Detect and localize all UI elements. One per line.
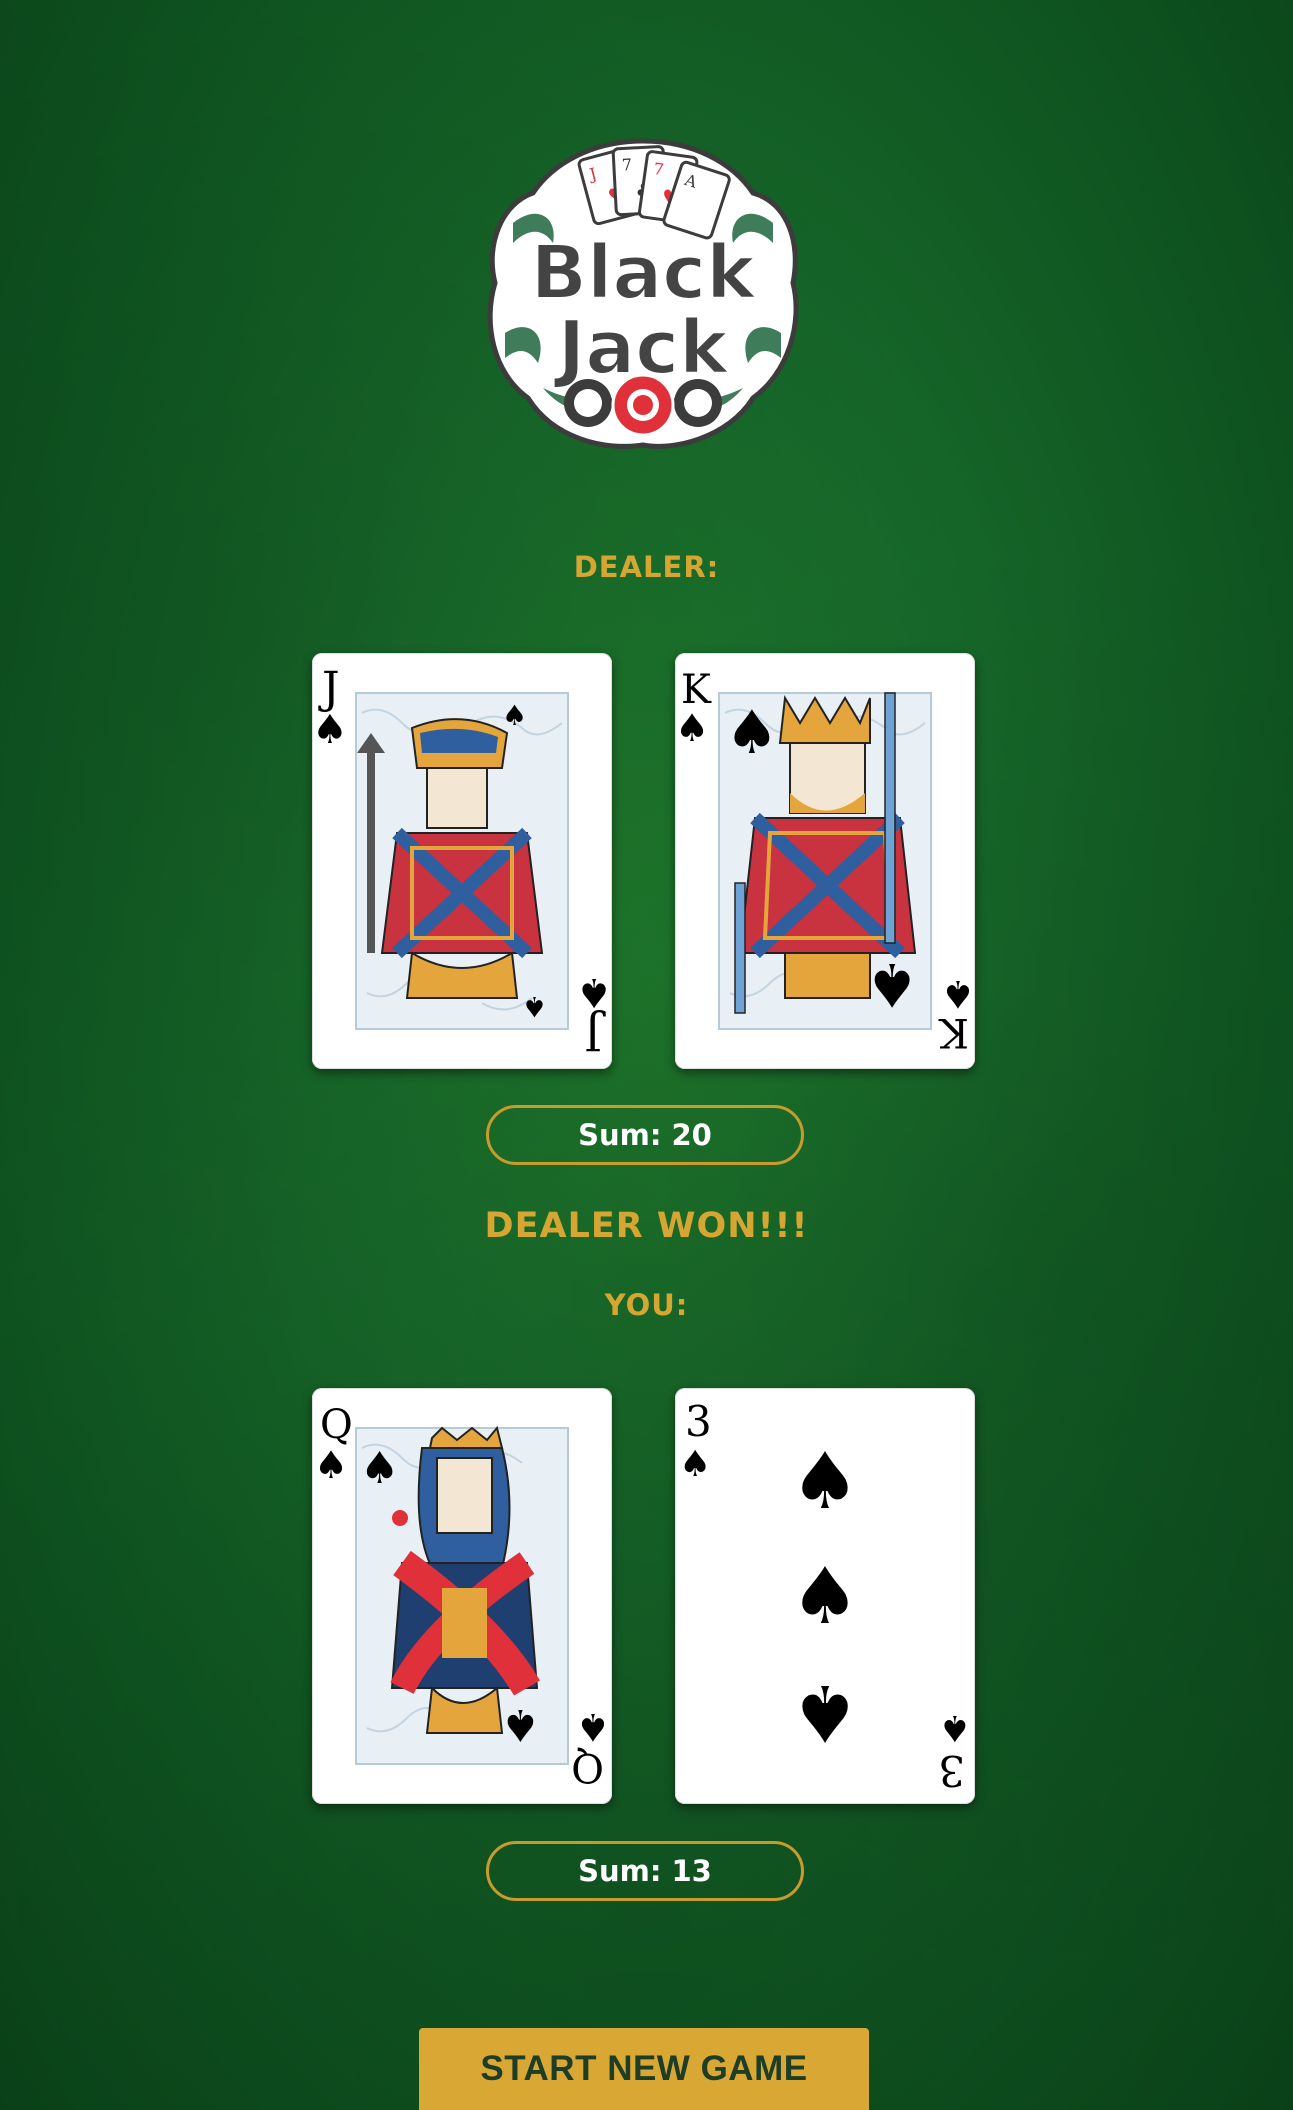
player-card-three-of-spades: 3 ♠ ♠ ♠ ♠ 3 ♠ [675, 1388, 975, 1804]
svg-text:♠: ♠ [576, 969, 612, 1015]
svg-text:Q: Q [571, 1744, 604, 1790]
sum-value: 20 [671, 1118, 712, 1152]
spade-icon: ♠ [675, 706, 709, 750]
player-sum-badge: Sum: 13 [486, 1841, 804, 1901]
svg-text:♠: ♠ [522, 990, 547, 1023]
svg-text:♠: ♠ [501, 1699, 540, 1750]
sum-label: Sum: [578, 1118, 662, 1152]
dealer-card-king-of-spades: K ♠ ♠ ♠ K ♠ [675, 653, 975, 1069]
spade-icon: ♠ [679, 1444, 711, 1485]
svg-text:♠: ♠ [725, 698, 779, 768]
svg-text:♠: ♠ [360, 1443, 399, 1494]
spade-icon: ♠ [312, 707, 348, 753]
player-label: YOU: [604, 1288, 689, 1322]
card-rank: 3 [685, 1397, 712, 1446]
svg-text:3: 3 [938, 1746, 965, 1795]
dealer-card-jack-of-spades: J ♠ ♠ ♠ J ♠ [312, 653, 612, 1069]
svg-text:7: 7 [621, 155, 632, 175]
svg-text:♠: ♠ [865, 949, 919, 1019]
sum-value: 13 [671, 1854, 712, 1888]
spade-pip: ♠ [790, 1667, 860, 1757]
svg-text:♠: ♠ [502, 699, 527, 732]
dealer-sum-badge: Sum: 20 [486, 1105, 804, 1165]
logo-line-black: Black [531, 230, 758, 316]
svg-text:♠: ♠ [939, 1707, 971, 1748]
svg-text:♠: ♠ [941, 972, 975, 1016]
card-rank: Q [320, 1402, 353, 1448]
sum-label: Sum: [578, 1854, 662, 1888]
player-card-queen-of-spades: Q ♠ ♠ ♠ Q ♠ [312, 1388, 612, 1804]
svg-text:♠: ♠ [576, 1705, 610, 1749]
blackjack-logo: J ♥ 7 ♣ 7 ♥ A Black Jack [483, 133, 803, 453]
start-new-game-button[interactable]: START NEW GAME [419, 2028, 869, 2110]
game-result-message: DEALER WON!!! [484, 1206, 809, 1246]
spade-icon: ♠ [314, 1443, 348, 1487]
spade-pip: ♠ [790, 1552, 860, 1642]
dealer-label: DEALER: [573, 550, 720, 584]
spade-pip: ♠ [790, 1437, 860, 1527]
